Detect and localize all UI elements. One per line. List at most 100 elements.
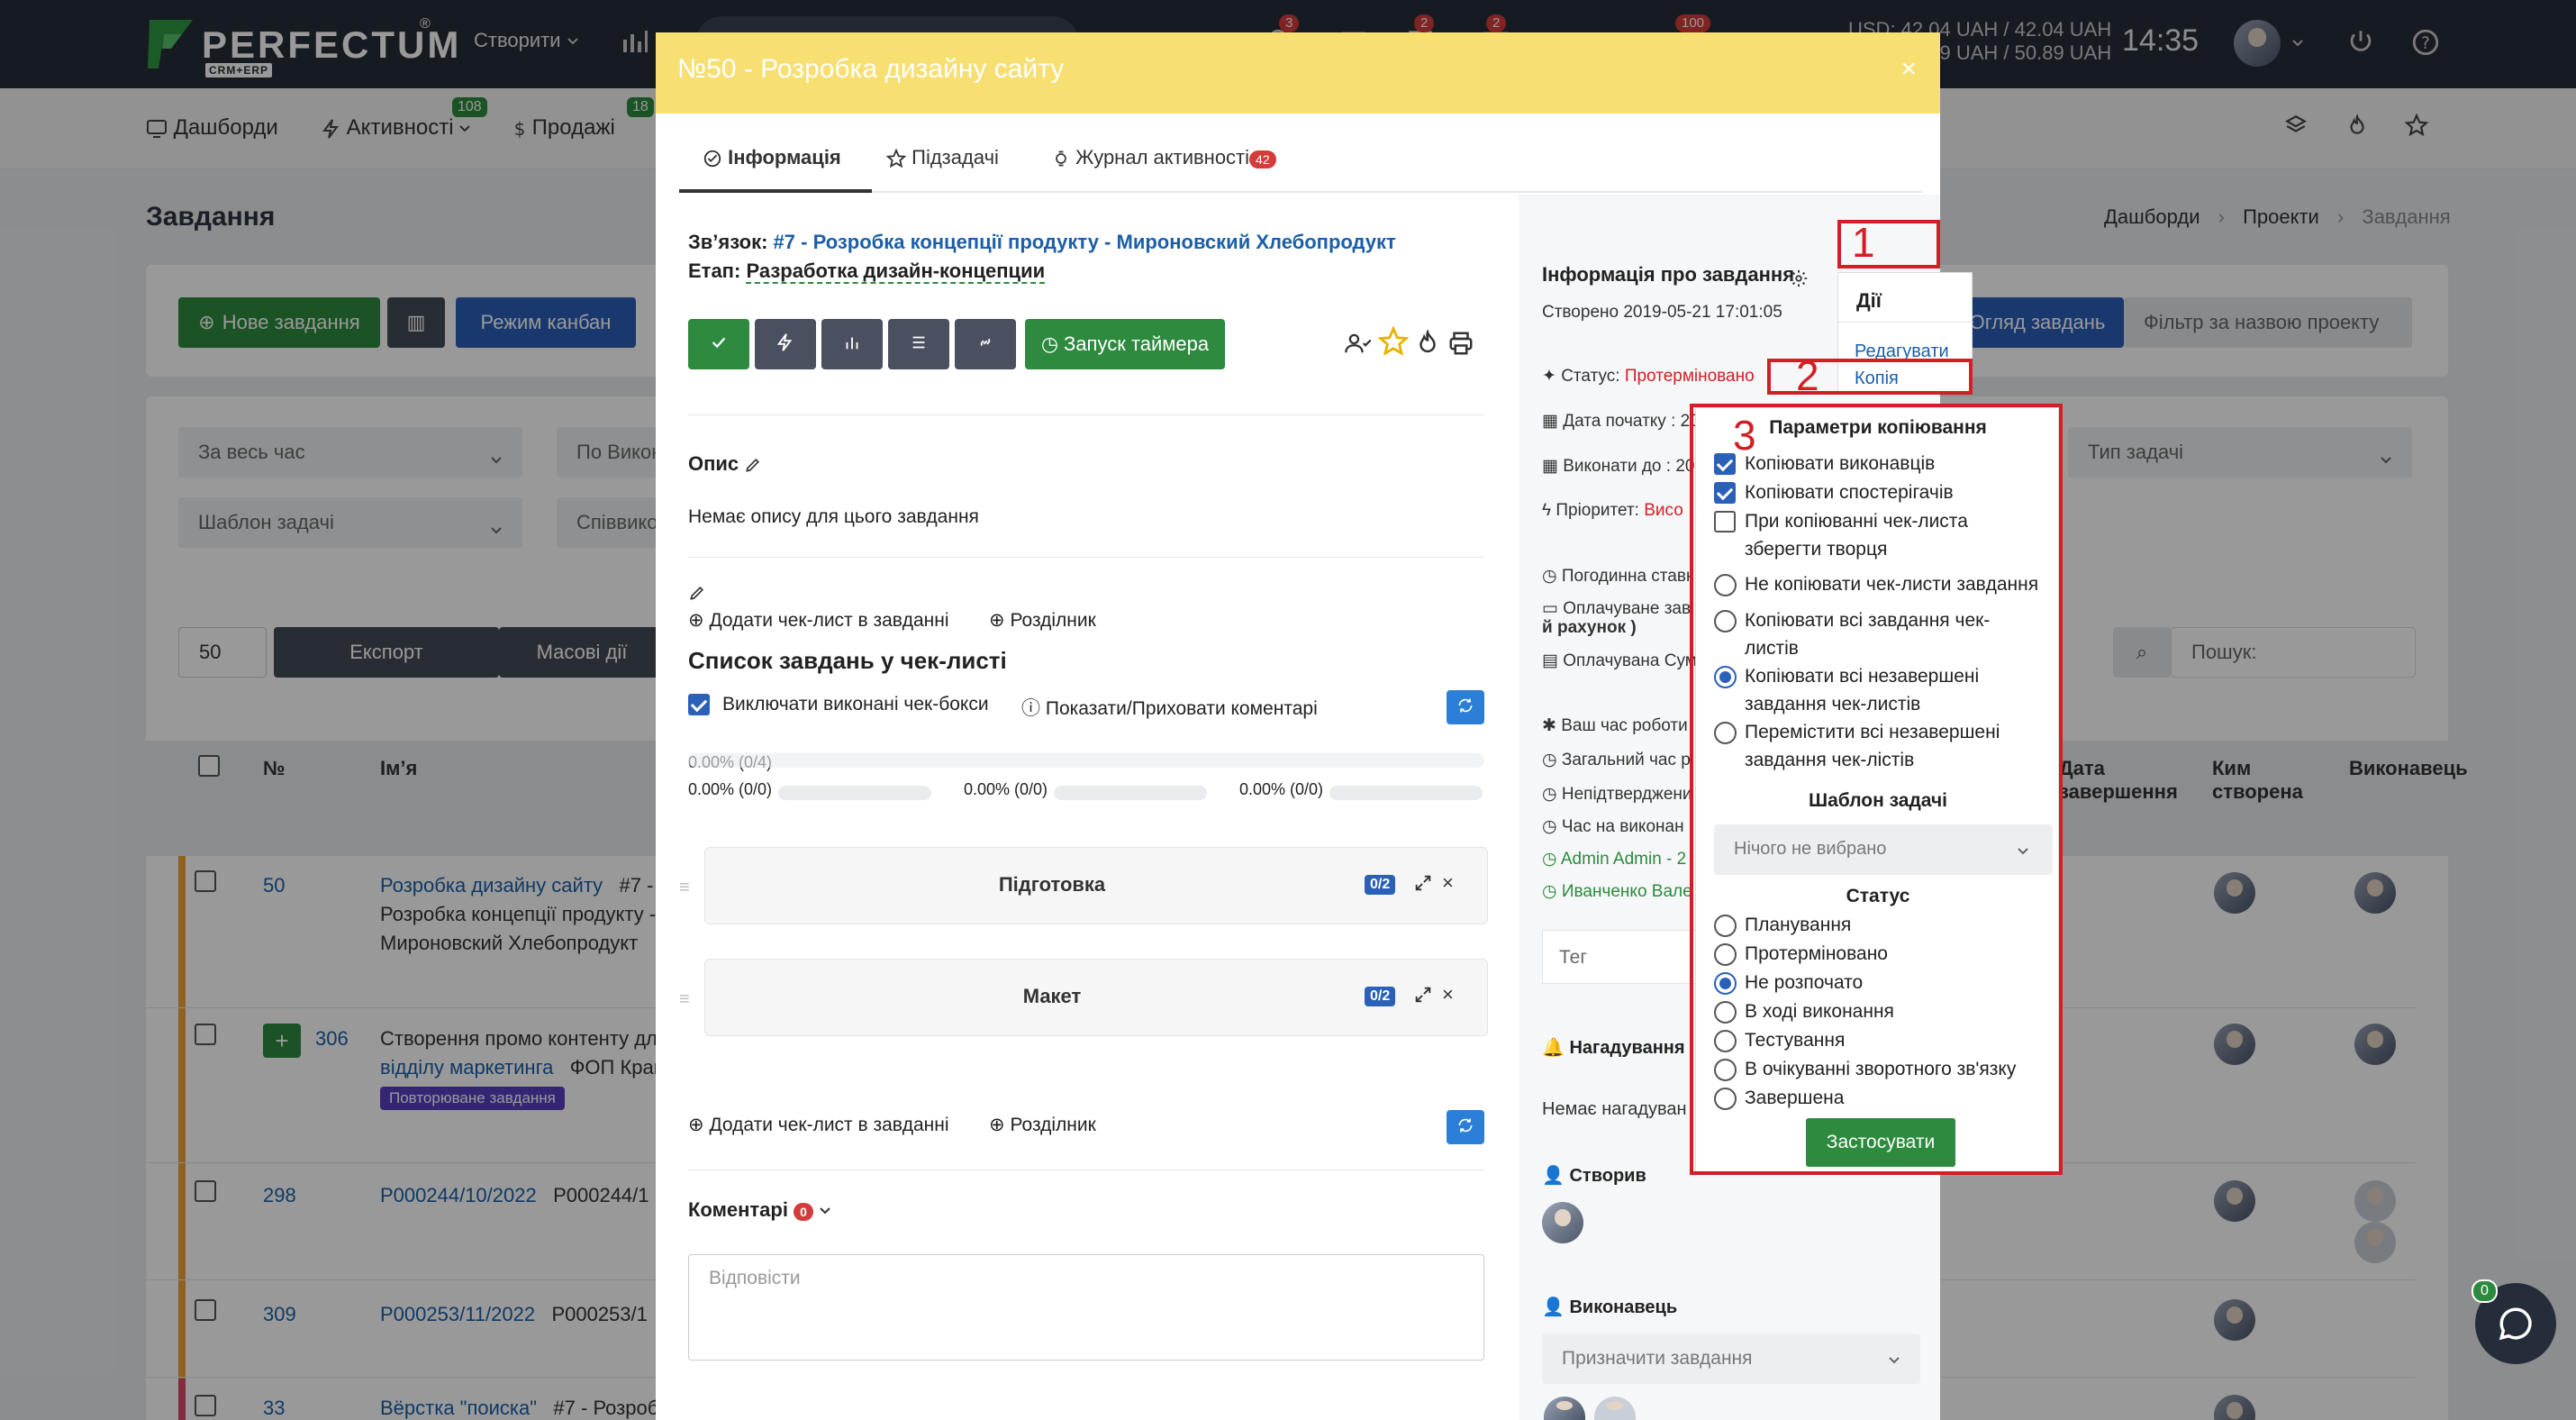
paid-sum-label: Оплачувана Сум (1563, 651, 1697, 670)
add-checklist-label: Додати чек-лист в завданні (709, 1115, 949, 1135)
tab-activity-log[interactable]: Журнал активності 42 (1052, 146, 1276, 169)
document-icon: ▤ (1542, 651, 1558, 670)
exclude-done-checkbox[interactable] (688, 694, 710, 715)
reply-textarea[interactable]: Відповісти (688, 1254, 1484, 1361)
relation-row: Зв’язок: #7 - Розробка концепції продукт… (688, 231, 1396, 254)
close-icon[interactable]: × (1900, 54, 1917, 85)
status-value[interactable]: Протерміновано (1625, 367, 1755, 386)
stats-button[interactable] (821, 319, 883, 369)
add-separator-link-bottom[interactable]: ⊕ Розділник (989, 1114, 1096, 1136)
unconfirmed-row: ◷ Непідтверджени (1542, 784, 1692, 805)
created-by-title: 👤 Створив (1542, 1164, 1646, 1187)
link-button[interactable] (955, 319, 1016, 369)
add-checklist-link[interactable]: ⊕ Додати чек-лист в завданні (688, 609, 949, 632)
due-date-value[interactable]: Виконати до : 20 (1563, 457, 1694, 476)
relation-link[interactable]: #7 - Розробка концепції продукту - Мирон… (774, 231, 1396, 253)
task-info-title: Інформація про завдання (1542, 263, 1795, 286)
clock-icon: ◷ (1542, 817, 1557, 836)
annotation-number-3: 3 (1733, 412, 1756, 459)
tag-placeholder: Тег (1559, 947, 1587, 968)
asterisk-icon: ✱ (1542, 716, 1556, 735)
assign-placeholder: Призначити завдання (1562, 1348, 1753, 1369)
tab-info[interactable]: Інформація (703, 146, 841, 169)
exec-time-row: ◷ Час на виконан (1542, 816, 1684, 837)
divider (688, 557, 1484, 558)
total-time-row: ◷ Загальний час р (1542, 750, 1691, 770)
list-button[interactable] (888, 319, 949, 369)
timer-entry: ◷ Admin Admin - 2 (1542, 849, 1686, 869)
start-timer-button[interactable]: ◷ Запуск таймера (1025, 319, 1225, 369)
chevron-down-icon (1888, 1353, 1900, 1370)
clock-icon: ◷ (1542, 785, 1557, 804)
expand-icon[interactable] (1413, 985, 1433, 1009)
drag-handle-icon[interactable]: ≡ (679, 989, 690, 1010)
expand-icon[interactable] (1413, 873, 1433, 897)
reply-placeholder: Відповісти (709, 1268, 801, 1288)
toggle-comments-link[interactable]: ⓘ Показати/Приховати коментарі (1021, 694, 1318, 721)
timer-entry-2[interactable]: Иванченко Вале (1562, 882, 1692, 901)
executor-avatar[interactable] (1544, 1397, 1585, 1420)
add-checklist-link-bottom[interactable]: ⊕ Додати чек-лист в завданні (688, 1114, 949, 1136)
relation-label: Зв’язок: (688, 231, 768, 253)
watch-icon (1052, 149, 1070, 168)
comments-title[interactable]: Коментарі 0 (688, 1198, 831, 1222)
assign-select[interactable]: Призначити завдання (1542, 1334, 1920, 1384)
priority-row: ϟ Пріоритет: Висо (1542, 501, 1683, 521)
hourly-rate-row: ◷ Погодинна ставк (1542, 566, 1693, 587)
clock-icon: ◷ (1542, 751, 1557, 769)
paid-sum-row: ▤ Оплачувана Сум (1542, 651, 1697, 671)
user-check-icon[interactable] (1344, 330, 1373, 361)
invoice-icon: ▭ (1542, 599, 1558, 618)
chat-badge: 0 (2472, 1279, 2498, 1303)
billed-label: Оплачуване зав (1563, 599, 1692, 618)
chevron-down-icon (819, 1206, 831, 1215)
executor-avatar[interactable] (1594, 1397, 1636, 1420)
checklist-card[interactable]: Макет 0/2 × (704, 959, 1488, 1036)
annotation-box-3 (1690, 404, 2063, 1175)
start-timer-label: Запуск таймера (1064, 332, 1210, 355)
created-date: Створено 2019-05-21 17:01:05 (1542, 303, 1782, 322)
progress-b-bar (1054, 786, 1207, 800)
drag-handle-icon[interactable]: ≡ (679, 878, 690, 898)
chat-widget-button[interactable]: 0 (2472, 1279, 2556, 1364)
description-text: Немає опису для цього завдання (688, 506, 979, 527)
mark-complete-button[interactable] (688, 319, 749, 369)
star-icon[interactable] (1377, 325, 1410, 361)
close-icon[interactable]: × (1442, 871, 1454, 895)
fire-icon[interactable] (1414, 328, 1441, 361)
description-title: Опис (688, 452, 762, 476)
stage-value[interactable]: Разработка дизайн-концепции (746, 259, 1046, 284)
check-icon (709, 332, 729, 357)
refresh-button[interactable] (1447, 1110, 1484, 1144)
progress-c-bar (1329, 786, 1483, 800)
add-separator-link[interactable]: ⊕ Розділник (989, 609, 1096, 632)
tab-subtasks[interactable]: Підзадачі (886, 146, 999, 169)
checklist-name: Підготовка (998, 873, 1106, 896)
unconfirmed-label: Непідтверджени (1561, 785, 1692, 804)
executor-title: 👤 Виконавець (1542, 1296, 1677, 1318)
annotation-number-2: 2 (1796, 352, 1819, 399)
gear-icon[interactable] (1789, 269, 1809, 293)
activity-button[interactable] (755, 319, 816, 369)
creator-avatar[interactable] (1542, 1202, 1583, 1243)
add-checklist-label: Додати чек-лист в завданні (709, 610, 949, 631)
pencil-icon[interactable] (688, 584, 706, 606)
pencil-icon[interactable] (744, 456, 762, 474)
your-time-row: ✱ Ваш час роботи (1542, 715, 1688, 736)
annotation-number-1: 1 (1852, 219, 1875, 266)
close-icon[interactable]: × (1442, 983, 1454, 1006)
toggle-comments-label: Показати/Приховати коментарі (1045, 698, 1318, 719)
your-time-label: Ваш час роботи (1561, 716, 1688, 735)
separator-label: Розділник (1010, 610, 1096, 631)
progress-b-label: 0.00% (0/0) (964, 780, 1048, 798)
print-icon[interactable] (1447, 330, 1475, 361)
refresh-button[interactable] (1447, 690, 1484, 724)
reminders-label: Нагадування (1569, 1038, 1685, 1058)
checklist-card[interactable]: Підготовка 0/2 × (704, 847, 1488, 924)
priority-value[interactable]: Висо (1644, 501, 1683, 520)
checklist-count-badge: 0/2 (1365, 875, 1396, 895)
user-icon: 👤 (1542, 1166, 1565, 1186)
priority-label: Пріоритет: (1556, 501, 1639, 520)
status-label: Статус: (1561, 367, 1620, 386)
timer-entry-1[interactable]: Admin Admin - 2 (1561, 850, 1686, 869)
